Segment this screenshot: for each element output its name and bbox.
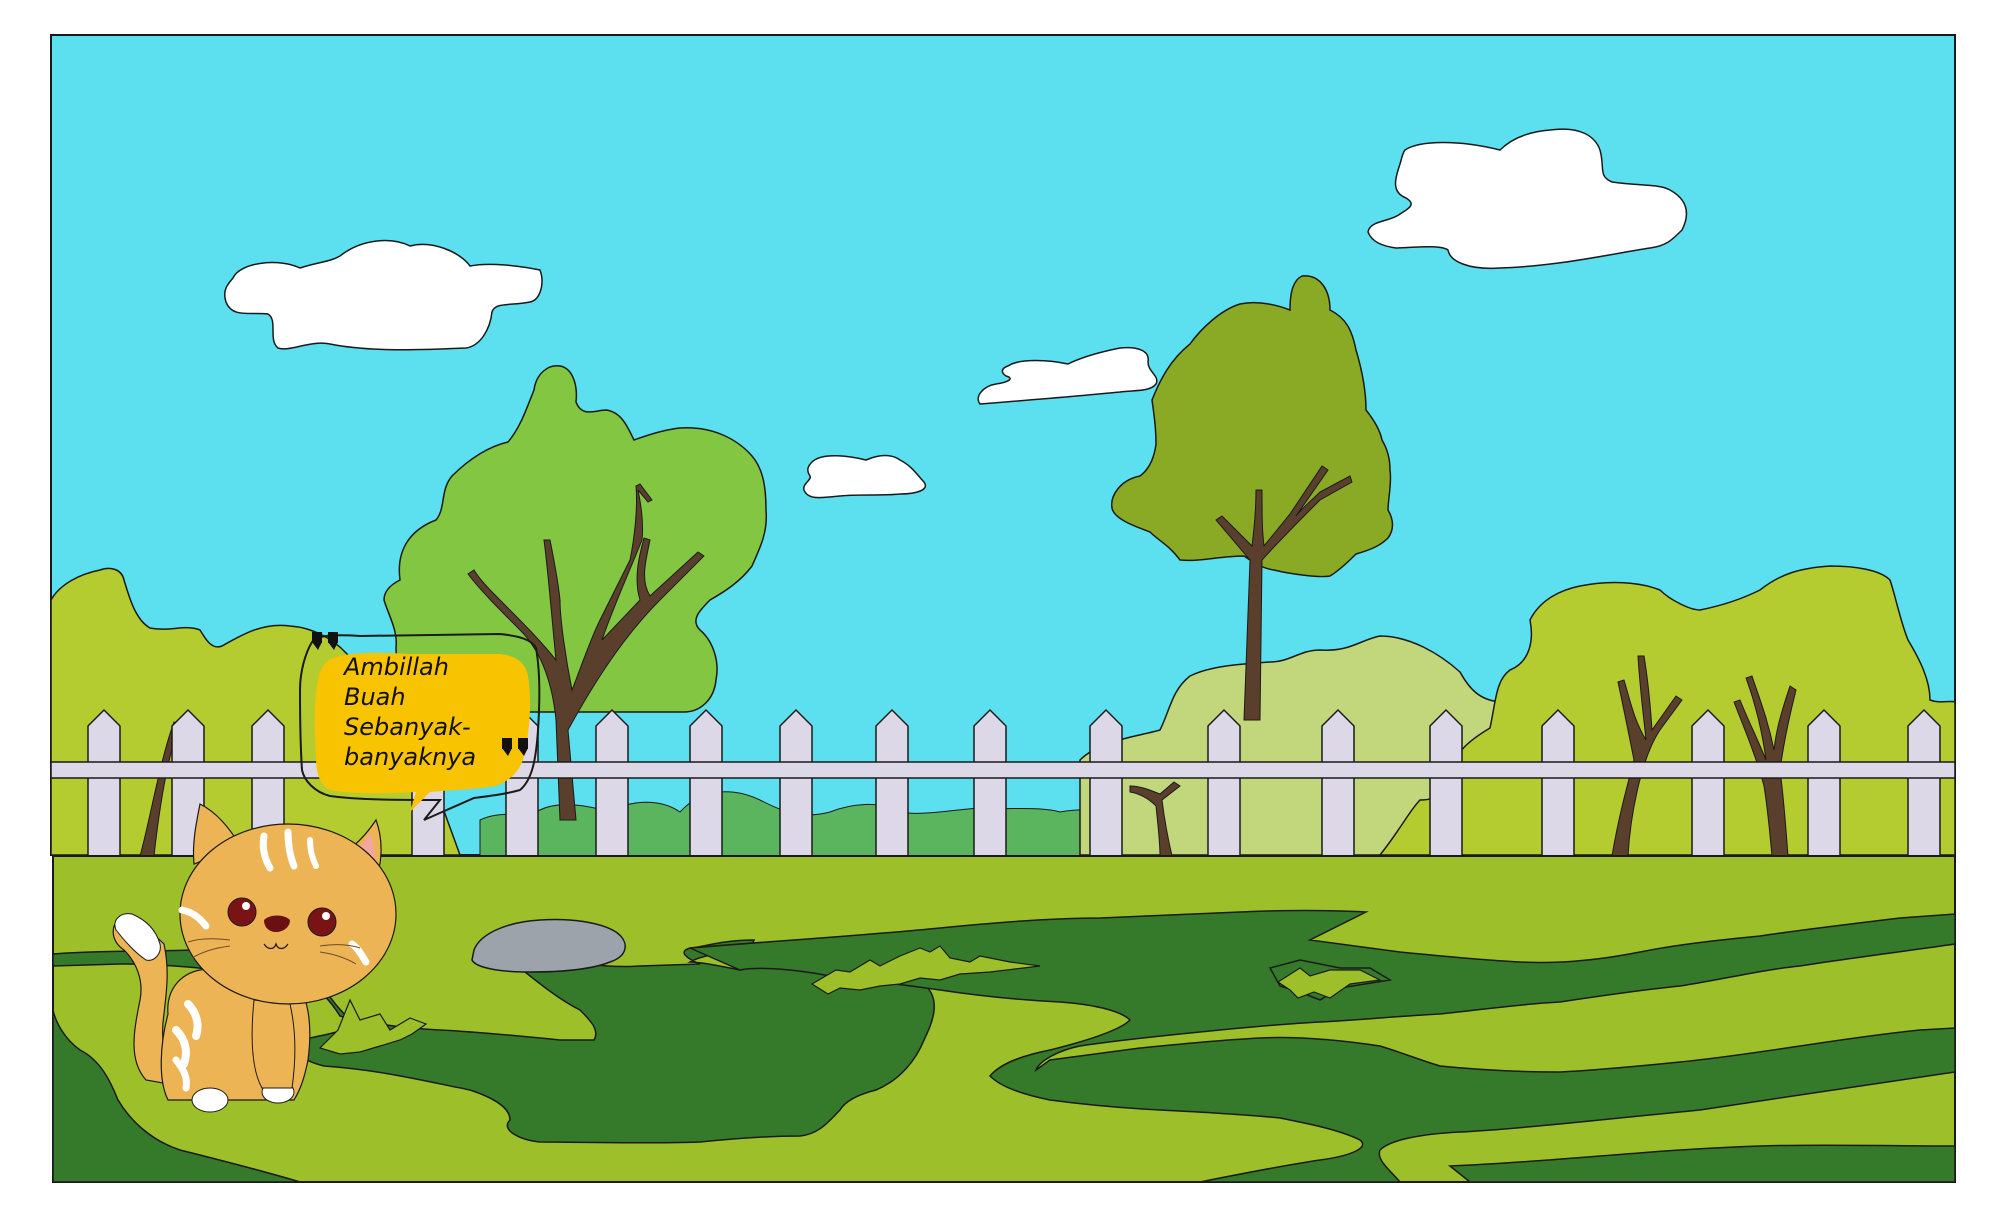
cat-eye <box>227 897 257 927</box>
dialogue-line: Buah <box>344 683 406 711</box>
cat-eye-highlight <box>242 902 250 910</box>
cat-eye <box>307 907 337 937</box>
dialogue-line: Ambillah <box>344 653 449 681</box>
cat-leg <box>251 999 296 1089</box>
dialogue-line: banyaknya <box>344 743 477 771</box>
dialogue-text: Ambillah Buah Sebanyak- banyaknya <box>344 652 494 772</box>
cat-paw <box>191 1087 229 1113</box>
cat-eye-highlight <box>322 912 330 920</box>
game-scene <box>50 34 1956 1183</box>
dialogue-line: Sebanyak- <box>344 713 471 741</box>
